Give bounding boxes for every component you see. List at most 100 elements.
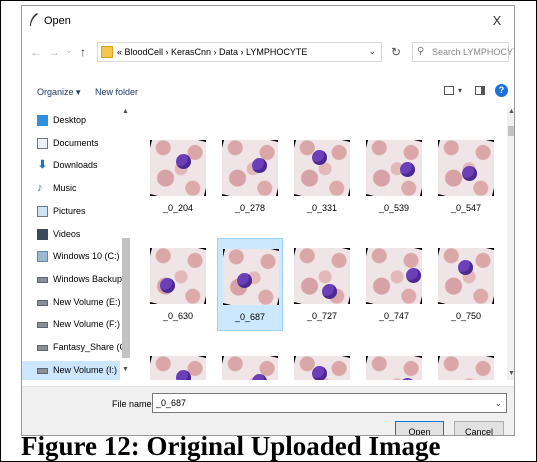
view-dropdown-icon[interactable]: ▾: [458, 86, 462, 95]
navigation-bar: ← → ⌄ ↑ « BloodCell › KerasCnn › Data › …: [22, 40, 514, 66]
window-title: Open: [44, 15, 71, 27]
sidebar-item[interactable]: Fantasy_Share (G: [34, 338, 136, 358]
scroll-thumb[interactable]: [122, 238, 130, 358]
file-list-scrollbar[interactable]: ▲ ▼: [507, 108, 514, 380]
file-item[interactable]: [361, 346, 427, 380]
file-item[interactable]: _0_747: [361, 238, 427, 331]
file-item[interactable]: _0_278: [217, 130, 283, 223]
close-icon: X: [492, 13, 502, 28]
documents-icon: [37, 137, 48, 149]
sidebar-item[interactable]: Windows Backup: [34, 270, 136, 290]
file-item[interactable]: [433, 346, 499, 380]
file-item[interactable]: _0_547: [433, 130, 499, 223]
sidebar-item-label: Videos: [53, 228, 81, 239]
close-button[interactable]: X: [486, 10, 508, 32]
music-icon: ♪: [37, 182, 43, 195]
file-list: _0_204 _0_278 _0_331 _0_539 _0_547 _0_630 _0_6…: [140, 108, 505, 380]
file-item[interactable]: _0_750: [433, 238, 499, 331]
drive-icon: [37, 367, 48, 374]
file-item[interactable]: _0_331: [289, 130, 355, 223]
image-thumbnail: [222, 356, 278, 380]
sidebar-item-label: Music: [53, 183, 77, 194]
file-item[interactable]: _0_687: [217, 238, 283, 331]
file-name-value: _0_687: [156, 398, 187, 408]
sidebar-item-label: Windows Backup: [53, 273, 123, 284]
sidebar-item-label: Documents: [53, 137, 99, 148]
address-bar[interactable]: « BloodCell › KerasCnn › Data › LYMPHOCY…: [97, 42, 382, 62]
file-name-label: _0_687: [234, 312, 266, 322]
sidebar-item[interactable]: Documents: [34, 134, 136, 154]
search-box[interactable]: ⚲ Search LYMPHOCYTE: [412, 42, 514, 62]
image-thumbnail: [438, 140, 494, 196]
dialog-footer: File name: _0_687 ⌄ Open Cancel: [22, 386, 514, 435]
preview-pane-icon[interactable]: [475, 86, 485, 95]
forward-button[interactable]: →: [48, 45, 60, 59]
file-item[interactable]: _0_727: [289, 238, 355, 331]
chevron-down-icon[interactable]: ⌄: [368, 46, 376, 57]
image-thumbnail: [366, 356, 422, 380]
sidebar-item-label: Pictures: [53, 205, 86, 216]
image-thumbnail: [438, 248, 494, 304]
sidebar-item[interactable]: Videos: [34, 225, 136, 245]
image-thumbnail: [150, 248, 206, 304]
file-name-label: _0_727: [306, 311, 338, 321]
new-folder-button[interactable]: New folder: [95, 87, 138, 97]
file-item[interactable]: _0_539: [361, 130, 427, 223]
drive-icon: [37, 322, 48, 329]
image-thumbnail: [223, 249, 279, 305]
sidebar-item[interactable]: New Volume (F:): [34, 315, 136, 335]
image-thumbnail: [222, 140, 278, 196]
scroll-down-icon[interactable]: ▼: [508, 370, 514, 377]
help-icon[interactable]: ?: [495, 84, 508, 97]
organize-button[interactable]: Organize ▾: [37, 87, 81, 98]
search-icon: ⚲: [417, 46, 425, 57]
file-name-label: _0_539: [378, 203, 410, 213]
file-item[interactable]: _0_204: [145, 130, 211, 223]
view-options-icon[interactable]: [444, 86, 454, 95]
scroll-down-icon[interactable]: ▼: [122, 366, 129, 373]
search-input[interactable]: Search LYMPHOCYTE: [432, 47, 514, 57]
sidebar-item[interactable]: Pictures: [34, 202, 136, 222]
sidebar-item[interactable]: ♪ Music: [34, 179, 136, 199]
sidebar-item-label: Windows 10 (C:): [53, 251, 120, 262]
sidebar-item-label: New Volume (I:): [53, 364, 118, 375]
image-thumbnail: [150, 140, 206, 196]
title-bar: Open X: [22, 6, 514, 38]
sidebar-item[interactable]: Desktop: [34, 111, 136, 131]
file-name-label: _0_750: [450, 311, 482, 321]
file-name-label: _0_204: [162, 203, 194, 213]
file-item[interactable]: [217, 346, 283, 380]
navigation-pane-scrollbar[interactable]: ▲ ▼: [122, 108, 131, 378]
file-name-label: _0_747: [378, 311, 410, 321]
drive-icon: [37, 276, 48, 283]
recent-locations-button[interactable]: ⌄: [65, 45, 73, 56]
image-thumbnail: [294, 356, 350, 380]
drive-icon: [37, 345, 48, 351]
figure-caption: Figure 12: Original Uploaded Image: [21, 431, 441, 461]
feather-pen-icon: [30, 13, 38, 26]
chevron-down-icon[interactable]: ⌄: [494, 398, 502, 409]
scroll-up-icon[interactable]: ▲: [122, 108, 129, 115]
file-name-label: File name:: [112, 399, 155, 409]
image-thumbnail: [366, 140, 422, 196]
file-name-input[interactable]: _0_687 ⌄: [152, 393, 507, 413]
file-item[interactable]: [145, 346, 211, 380]
file-item[interactable]: _0_630: [145, 238, 211, 331]
image-thumbnail: [438, 356, 494, 380]
file-name-label: _0_630: [162, 311, 194, 321]
up-one-level-button[interactable]: ↑: [80, 45, 86, 59]
image-thumbnail: [150, 356, 206, 380]
videos-icon: [37, 228, 48, 240]
refresh-button[interactable]: ↻: [388, 44, 404, 60]
sidebar-item[interactable]: New Volume (I:): [22, 360, 120, 380]
drive-icon: [37, 299, 48, 306]
sidebar-item[interactable]: ⬇ Downloads: [34, 156, 136, 176]
navigation-pane: Desktop Documents ⬇ Downloads ♪ Music Pictures…: [22, 108, 136, 380]
scroll-up-icon[interactable]: ▲: [508, 108, 514, 115]
sidebar-item[interactable]: New Volume (E:): [34, 293, 136, 313]
scroll-thumb[interactable]: [508, 126, 514, 136]
sidebar-item[interactable]: Windows 10 (C:): [34, 247, 136, 267]
file-item[interactable]: [289, 346, 355, 380]
back-button[interactable]: ←: [30, 45, 42, 59]
windows-drive-icon: [37, 251, 48, 263]
